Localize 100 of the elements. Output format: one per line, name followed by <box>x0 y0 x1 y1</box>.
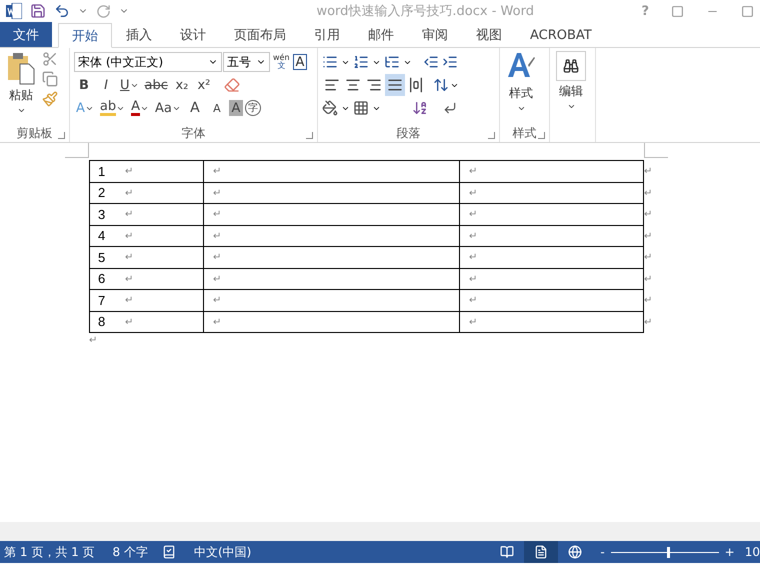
multilevel-list-icon[interactable] <box>384 54 400 70</box>
clipboard-icon <box>6 51 36 85</box>
line-spacing-icon[interactable] <box>433 77 449 93</box>
group-label: 剪贴板 <box>16 124 52 142</box>
eraser-icon[interactable] <box>224 77 240 93</box>
cell-end-mark: ↵ <box>125 251 134 264</box>
cell-end-mark: ↵ <box>125 272 134 285</box>
change-case-button[interactable]: Aa <box>153 97 183 119</box>
italic-button[interactable]: I <box>96 74 116 96</box>
crop-mark <box>644 143 668 158</box>
align-left-icon <box>324 77 340 93</box>
cell-end-mark: ↵ <box>213 294 221 306</box>
align-justify-button[interactable] <box>385 74 405 96</box>
row-number: 2 <box>98 185 106 200</box>
format-button[interactable]: x² <box>194 74 214 96</box>
ribbon-display-icon[interactable] <box>671 4 684 18</box>
file-tab[interactable]: 文件 <box>0 22 52 47</box>
word-icon <box>6 3 22 19</box>
paste-button[interactable]: 粘贴 <box>4 51 38 124</box>
save-icon[interactable] <box>30 3 46 19</box>
dialog-launcher-icon[interactable] <box>488 132 495 139</box>
zoom-out-button[interactable]: - <box>600 545 605 559</box>
language-indicator[interactable]: 中文(中国) <box>194 544 252 560</box>
cell-end-mark: ↵ <box>213 208 221 220</box>
print-view-button[interactable] <box>524 541 558 563</box>
dialog-launcher-icon[interactable] <box>58 132 65 139</box>
cell-end-mark: ↵ <box>469 251 477 264</box>
character-border-button[interactable]: A <box>292 54 308 70</box>
restore-icon[interactable] <box>741 4 754 18</box>
align-right-icon <box>366 77 382 93</box>
increase-indent-icon[interactable] <box>442 54 458 70</box>
copy-icon[interactable] <box>42 71 58 87</box>
row-number: 8 <box>98 314 106 330</box>
cell-end-mark: ↵ <box>469 208 477 220</box>
page-count[interactable]: 第 1 页，共 1 页 <box>4 544 95 560</box>
cell-end-mark: ↵ <box>213 230 221 242</box>
numbering-icon[interactable] <box>353 54 369 70</box>
row-end-mark: ↵ <box>644 316 652 330</box>
row-number: 5 <box>98 250 106 265</box>
shrink-font-button[interactable]: A <box>206 97 227 119</box>
highlight-button[interactable]: ab <box>98 97 128 119</box>
book-icon <box>500 545 514 559</box>
phonetic-guide-button[interactable]: wén 文 <box>271 51 292 73</box>
ribbon-tab[interactable]: 开始 <box>58 23 112 48</box>
caret-icon[interactable] <box>16 106 26 115</box>
zoom-in-button[interactable]: + <box>724 545 735 559</box>
cell-end-mark: ↵ <box>213 272 221 285</box>
grow-font-button[interactable]: A <box>184 97 205 119</box>
cell-end-mark: ↵ <box>125 165 134 178</box>
caret-icon[interactable] <box>566 102 576 111</box>
paragraph-mark-icon[interactable] <box>443 101 457 115</box>
row-end-mark: ↵ <box>644 186 652 200</box>
cell-end-mark: ↵ <box>213 316 221 328</box>
row-number: 3 <box>98 206 106 222</box>
row-end-mark: ↵ <box>644 251 652 265</box>
row-number: 1 <box>98 164 106 179</box>
dialog-launcher-icon[interactable] <box>306 132 313 139</box>
cell-end-mark: ↵ <box>213 251 221 264</box>
row-number: 6 <box>98 271 106 286</box>
editing-button[interactable]: 编辑 <box>554 51 588 142</box>
cell-end-mark: ↵ <box>213 165 221 178</box>
dialog-launcher-icon[interactable] <box>538 132 545 139</box>
cell-end-mark: ↵ <box>469 316 477 328</box>
zoom-level[interactable]: 10 <box>744 545 760 559</box>
row-end-mark: ↵ <box>644 230 652 244</box>
borders-icon[interactable] <box>353 100 369 116</box>
caret-icon[interactable] <box>516 104 526 113</box>
row-end-mark: ↵ <box>644 165 652 179</box>
bullets-icon[interactable] <box>322 54 338 70</box>
underline-button[interactable]: U <box>118 74 141 96</box>
shading-icon[interactable] <box>322 100 338 116</box>
styles-button[interactable]: 样式 <box>504 51 538 124</box>
cell-end-mark: ↵ <box>469 230 477 242</box>
undo-icon[interactable] <box>54 3 70 19</box>
cell-end-mark: ↵ <box>469 186 477 199</box>
zoom-slider-thumb[interactable] <box>666 546 670 558</box>
group-label: 段落 <box>396 124 420 142</box>
cell-end-mark: ↵ <box>469 165 477 178</box>
align-distributed-icon <box>408 77 424 93</box>
paragraph-mark: ↵ <box>89 335 98 346</box>
group-label: 样式 <box>512 124 536 142</box>
cell-end-mark: ↵ <box>213 186 221 199</box>
bold-button[interactable]: B <box>74 74 94 96</box>
font-size-dropdown[interactable]: 五号 <box>223 52 270 72</box>
sort-icon[interactable] <box>412 100 428 116</box>
decrease-indent-icon[interactable] <box>423 54 439 70</box>
character-shading-button[interactable]: A <box>228 100 243 116</box>
strikethrough-button[interactable]: abc <box>142 74 170 96</box>
format-button[interactable]: x₂ <box>172 74 192 96</box>
cell-end-mark: ↵ <box>125 294 134 306</box>
row-end-mark: ↵ <box>644 272 652 286</box>
cut-icon[interactable] <box>42 51 58 67</box>
font-color-button[interactable]: A <box>129 97 152 119</box>
globe-icon <box>568 545 582 559</box>
binoculars-icon <box>556 51 586 81</box>
proofing-icon[interactable] <box>162 545 176 559</box>
word-count[interactable]: 8 个字 <box>112 544 148 560</box>
crop-mark <box>65 143 89 158</box>
enclose-characters-button[interactable]: 字 <box>244 100 261 116</box>
font-name-dropdown[interactable]: 宋体 (中文正文) <box>74 52 222 72</box>
